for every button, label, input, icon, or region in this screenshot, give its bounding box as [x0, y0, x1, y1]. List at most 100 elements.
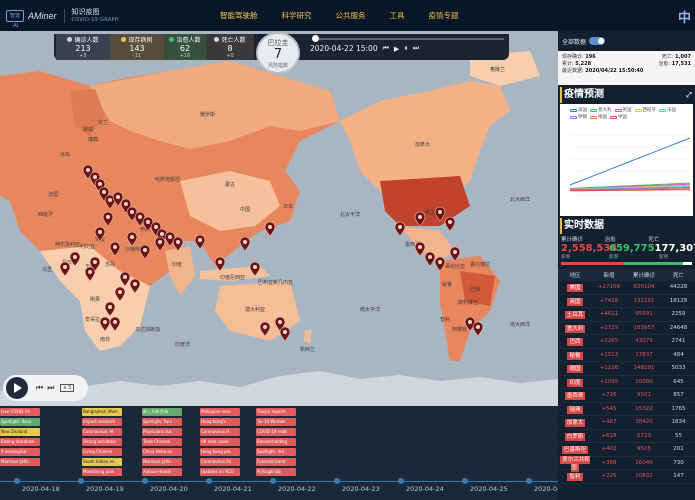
map-marker-icon[interactable]	[194, 234, 206, 250]
col-total[interactable]: 累计确诊	[626, 271, 662, 279]
news-card[interactable]: New Zealand	[0, 428, 40, 436]
news-card[interactable]: China Hohe ex	[142, 448, 182, 456]
table-row[interactable]: 智利 +225 10832 147	[558, 470, 695, 484]
nav-cockpit[interactable]: 智能驾驶舱	[220, 10, 270, 21]
news-card[interactable]: UK new cases	[200, 438, 240, 446]
table-row[interactable]: 印度 +1095 20080 645	[558, 376, 695, 389]
table-row[interactable]: 巴西 +2265 43079 2741	[558, 335, 695, 349]
forecast-chart[interactable]: 美国 意大利 英国 西班牙 法国伊朗 德国 中国	[560, 104, 693, 216]
table-row[interactable]: 秘鲁 +1512 17837 484	[558, 349, 695, 362]
news-card[interactable]: Tor-10 Women	[256, 418, 296, 426]
map-marker-icon[interactable]	[394, 221, 406, 237]
map-marker-icon[interactable]	[102, 211, 114, 227]
playback-speed[interactable]: x 3	[60, 384, 75, 392]
timeline-prev-icon[interactable]: ⏮	[36, 383, 43, 393]
legend-item[interactable]: 美国	[570, 107, 587, 113]
news-card[interactable]: Physicians sto	[142, 428, 182, 436]
news-card[interactable]: Funerals bond	[256, 458, 296, 466]
map-marker-icon[interactable]	[172, 236, 184, 252]
map-marker-icon[interactable]	[94, 226, 106, 242]
news-card[interactable]: Easing lockdown	[0, 438, 40, 446]
map-marker-icon[interactable]	[59, 261, 71, 277]
nav-special-topic[interactable]: 疫情专题	[417, 10, 471, 21]
map-marker-icon[interactable]	[259, 321, 271, 337]
table-row[interactable]: 英国 +7418 132161 18128	[558, 295, 695, 308]
news-card[interactable]: Hong Kong pro	[200, 448, 240, 456]
news-card[interactable]: Spotlight: Reco	[0, 418, 40, 426]
map-marker-icon[interactable]	[434, 256, 446, 272]
news-card[interactable]: Living Chinese	[82, 448, 122, 456]
table-row[interactable]: 土耳其 +4611 95591 2259	[558, 308, 695, 322]
news-card[interactable]: South Indian en	[82, 458, 122, 466]
map-marker-icon[interactable]	[264, 221, 276, 237]
table-row[interactable]: 白罗斯 +618 6723 55	[558, 430, 695, 443]
news-card[interactable]: Morrison-Jaffe	[0, 458, 40, 466]
nav-public-service[interactable]: 公共服务	[324, 10, 378, 21]
map-marker-icon[interactable]	[154, 236, 166, 252]
legend-item[interactable]: 西班牙	[634, 107, 656, 113]
map-marker-icon[interactable]	[114, 286, 126, 302]
prev-icon[interactable]: ⏮	[383, 44, 389, 53]
logo[interactable]: 智谱·AI AMiner 知识疫图 COVID-19 GRAPH	[0, 8, 119, 29]
news-card[interactable]: Morrison-Jaffe	[142, 458, 182, 466]
timeline-tick[interactable]	[206, 478, 212, 484]
news-card[interactable]: COVID-19 relat	[256, 428, 296, 436]
map-marker-icon[interactable]	[109, 241, 121, 257]
timeline-play-button[interactable]	[6, 377, 28, 399]
timeline-tick[interactable]	[462, 478, 468, 484]
language-switch[interactable]: 中	[678, 7, 691, 26]
timeline-tick[interactable]	[334, 478, 340, 484]
timeline-next-icon[interactable]: ⏭	[47, 383, 54, 393]
map-marker-icon[interactable]	[139, 244, 151, 260]
news-card[interactable]: Bangladesh Wom	[82, 408, 122, 416]
legend-item[interactable]: 中国	[610, 114, 627, 120]
map-marker-icon[interactable]	[129, 278, 141, 294]
news-card[interactable]: Spotlight: Pars	[142, 418, 182, 426]
timeline-tick[interactable]	[398, 478, 404, 484]
map-marker-icon[interactable]	[126, 231, 138, 247]
legend-item[interactable]: 意大利	[590, 107, 612, 113]
expand-icon[interactable]: ⤢	[686, 87, 692, 103]
nav-research[interactable]: 科学研究	[270, 10, 324, 21]
pause-icon[interactable]: ⏸	[404, 44, 408, 53]
table-row[interactable]: 瑞典 +545 15322 1765	[558, 403, 695, 416]
timeline-tick[interactable]	[270, 478, 276, 484]
legend-item[interactable]: 德国	[590, 114, 607, 120]
map-marker-icon[interactable]	[414, 211, 426, 227]
col-dead[interactable]: 死亡	[662, 271, 695, 279]
news-card[interactable]: Coronavirus: M	[82, 428, 122, 436]
map-marker-icon[interactable]	[249, 261, 261, 277]
play-icon[interactable]: ▶	[394, 45, 399, 53]
news-card[interactable]: Strong lockdown	[82, 438, 122, 446]
legend-item[interactable]: 英国	[614, 107, 632, 113]
map-marker-icon[interactable]	[119, 271, 131, 287]
timeline-tick[interactable]	[14, 478, 20, 484]
news-card[interactable]: Record-holding	[256, 438, 296, 446]
news-card[interactable]: Impact assessm	[82, 418, 122, 426]
news-card[interactable]: 新三不承·民族	[142, 408, 182, 416]
map-marker-icon[interactable]	[444, 216, 456, 232]
news-card[interactable]: Updates on NCO	[200, 468, 240, 476]
news-card[interactable]: Treat Chinese	[142, 438, 182, 446]
news-card[interactable]: Live COVID-19	[0, 408, 40, 416]
map-marker-icon[interactable]	[104, 301, 116, 317]
col-new[interactable]: 新增	[592, 271, 626, 279]
news-card[interactable]: Hong Kong's	[200, 418, 240, 426]
map-marker-icon[interactable]	[214, 256, 226, 272]
map-marker-icon[interactable]	[99, 316, 111, 332]
news-card[interactable]: Spotlight: Ind	[256, 448, 296, 456]
news-card[interactable]: Portugal lab	[256, 468, 296, 476]
news-card[interactable]: Xinhua Headli	[142, 468, 182, 476]
world-map[interactable]: 冰岛 挪威 芬兰 瑞典 俄罗斯 格陵兰 加拿大 美国 墨西哥 巴西 秘鲁 阿根廷…	[0, 31, 558, 406]
news-card[interactable]: Tianjin reports	[256, 408, 296, 416]
legend-item[interactable]: 法国	[659, 107, 676, 113]
table-row[interactable]: 意大利 +2729 183957 24648	[558, 322, 695, 335]
map-marker-icon[interactable]	[109, 316, 121, 332]
timeline-tick[interactable]	[142, 478, 148, 484]
table-row[interactable]: 墨西哥 +726 9501 857	[558, 389, 695, 403]
legend-item[interactable]: 伊朗	[570, 114, 587, 120]
map-marker-icon[interactable]	[279, 326, 291, 342]
map-marker-icon[interactable]	[434, 206, 446, 222]
table-row[interactable]: 美国 +27108 820104 44228	[558, 281, 695, 295]
map-marker-icon[interactable]	[414, 241, 426, 257]
